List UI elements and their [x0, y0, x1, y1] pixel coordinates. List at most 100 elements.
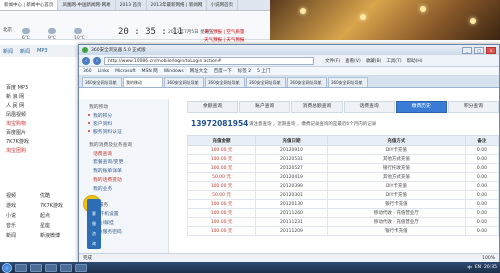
- tab-query[interactable]: 话费查询: [343, 101, 395, 113]
- table-cell: 0.00: [464, 217, 500, 227]
- sidebar-link[interactable]: 话费查询: [93, 150, 112, 157]
- background-nav: 新闻 新闻 MP3: [0, 45, 82, 57]
- url-input[interactable]: http://www.10086.cn/mobile/login/toLogin…: [104, 56, 314, 65]
- tab-query[interactable]: 余额查询: [187, 101, 239, 113]
- background-tab[interactable]: 小说网首页: [207, 0, 239, 10]
- site-link[interactable]: 新 浪 网: [6, 93, 24, 100]
- table-cell: 0.00: [464, 226, 500, 236]
- language-indicator[interactable]: EN: [475, 265, 481, 270]
- site-link[interactable]: 淘宝购物: [6, 120, 26, 127]
- start-button[interactable]: [2, 262, 12, 273]
- site-link[interactable]: 小说: [6, 212, 16, 219]
- dock-item[interactable]: 咨: [89, 229, 99, 239]
- cloud-icon: [22, 28, 30, 34]
- background-tab[interactable]: 凤凰网-中国新闻网-网易: [58, 0, 116, 10]
- cloud-icon: [48, 28, 56, 34]
- site-link[interactable]: 星座: [40, 222, 50, 229]
- favorite-link[interactable]: MSN 网: [142, 68, 158, 74]
- favorite-link[interactable]: 网址大全: [190, 68, 208, 74]
- taskbar-app-icon[interactable]: [30, 263, 42, 272]
- sidebar-link-active[interactable]: 我的话费变动: [93, 176, 122, 183]
- browser-tab[interactable]: 360安全网址导航: [328, 77, 368, 87]
- background-tab[interactable]: 新闻中心 | 新闻中心首页: [0, 0, 59, 10]
- site-link[interactable]: 7K7K游戏: [6, 138, 29, 145]
- nav-link[interactable]: 新闻: [3, 48, 13, 55]
- nav-link[interactable]: MP3: [37, 48, 48, 54]
- forward-icon[interactable]: ›: [93, 56, 101, 65]
- site-link[interactable]: 视频: [6, 192, 16, 199]
- browser-tab[interactable]: 360安全网址导航: [82, 77, 122, 87]
- table-cell: 100.00 元: [186, 199, 257, 209]
- site-link[interactable]: 百度图片: [6, 129, 26, 136]
- sidebar-link[interactable]: 服务资料认证: [93, 128, 122, 135]
- site-link[interactable]: 淘宝团购: [6, 147, 26, 154]
- site-link[interactable]: 起点: [40, 212, 50, 219]
- sidebar-link[interactable]: 我的账单详单: [93, 167, 122, 174]
- browser-tab[interactable]: 360安全网址导航: [246, 77, 286, 87]
- sidebar-link[interactable]: 我的业务: [93, 185, 112, 192]
- city-label[interactable]: 北京: [3, 27, 12, 33]
- site-link[interactable]: 新闻: [6, 232, 16, 239]
- sidebar-link[interactable]: 我的积分: [93, 112, 112, 119]
- favorite-link[interactable]: Windows: [164, 69, 184, 74]
- menu-file[interactable]: 文件(F): [325, 58, 340, 64]
- maximize-button[interactable]: □: [474, 46, 484, 54]
- menu-favorites[interactable]: 收藏(B): [366, 58, 382, 64]
- browser-tab[interactable]: 360安全网址导航: [164, 77, 204, 87]
- taskbar-app-icon[interactable]: [75, 263, 87, 272]
- tray-clock[interactable]: 20:35: [484, 265, 497, 270]
- favorite-link[interactable]: 360: [83, 69, 92, 74]
- site-link[interactable]: 人 民 网: [6, 102, 24, 109]
- favorite-link[interactable]: Microsoft: [115, 69, 135, 74]
- browser-tab[interactable]: 360安全网址导航: [205, 77, 245, 87]
- sidebar-link[interactable]: 套餐查询/变更: [93, 158, 123, 165]
- minimize-button[interactable]: _: [462, 46, 472, 54]
- tab-query[interactable]: 缴费历史: [395, 101, 447, 113]
- dock-item[interactable]: 客: [89, 209, 99, 219]
- menu-tools[interactable]: 工具(T): [386, 58, 401, 64]
- tab-query[interactable]: 积分查询: [447, 101, 500, 113]
- table-row: 100.00 元 20120531 其他方式充值 0.00: [186, 154, 500, 164]
- browser-tab[interactable]: 我的移动: [123, 77, 163, 87]
- service-dock[interactable]: 客 服 咨 询: [87, 199, 101, 249]
- dock-item[interactable]: 询: [89, 239, 99, 249]
- section-heading: 我的移动: [89, 105, 109, 110]
- table-row: 50.00 元 20120301 DIY卡充值 0.00: [186, 190, 500, 200]
- site-link[interactable]: 优酷: [40, 192, 50, 199]
- sidebar-link[interactable]: 客户资料: [93, 120, 112, 127]
- site-link[interactable]: 音乐: [6, 222, 16, 229]
- back-icon[interactable]: ‹: [82, 56, 90, 65]
- site-link[interactable]: 7K7K游戏: [40, 202, 63, 209]
- table-cell: 0.00: [464, 181, 500, 191]
- nav-link[interactable]: 新闻: [20, 48, 30, 55]
- favorite-link[interactable]: 百度一下: [214, 68, 232, 74]
- table-cell: 100.00 元: [186, 154, 257, 164]
- weather-link[interactable]: 天气预报 | 天气预报: [204, 37, 244, 43]
- bullet-icon: [88, 114, 90, 116]
- site-link[interactable]: 游戏: [6, 202, 16, 209]
- taskbar-app-icon[interactable]: [45, 263, 57, 272]
- weather-link[interactable]: 天气预报 | 空气质量: [204, 29, 244, 35]
- taskbar-app-icon[interactable]: [15, 263, 27, 272]
- tab-query[interactable]: 账户查询: [239, 101, 291, 113]
- menu-view[interactable]: 查看(V): [345, 58, 361, 64]
- favorite-link[interactable]: Links: [98, 69, 110, 74]
- site-link[interactable]: 百度 MP3: [6, 84, 28, 91]
- site-link[interactable]: 凤凰视频: [6, 111, 26, 118]
- close-button[interactable]: ×: [486, 46, 496, 54]
- browser-tab[interactable]: 360安全网址导航: [287, 77, 327, 87]
- table-cell: 0.00: [464, 154, 500, 164]
- favorite-link[interactable]: 5 上门: [257, 68, 270, 74]
- taskbar-app-icon[interactable]: [60, 263, 72, 272]
- dock-item[interactable]: 服: [89, 219, 99, 229]
- tab-query[interactable]: 消费总额查询: [291, 101, 343, 113]
- menu-help[interactable]: 帮助(H): [407, 58, 423, 64]
- site-link[interactable]: 新浪微博: [40, 232, 60, 239]
- ime-indicator[interactable]: 中: [467, 265, 472, 271]
- browser-logo-icon: [82, 47, 88, 53]
- zoom-level[interactable]: 100%: [482, 256, 495, 261]
- background-tab[interactable]: 2013 首页: [116, 0, 147, 10]
- favorite-link[interactable]: 标签 2: [238, 68, 251, 74]
- background-tab[interactable]: 2013年最新网络 | 新闻网: [147, 0, 207, 10]
- table-cell: 20111209: [255, 226, 328, 236]
